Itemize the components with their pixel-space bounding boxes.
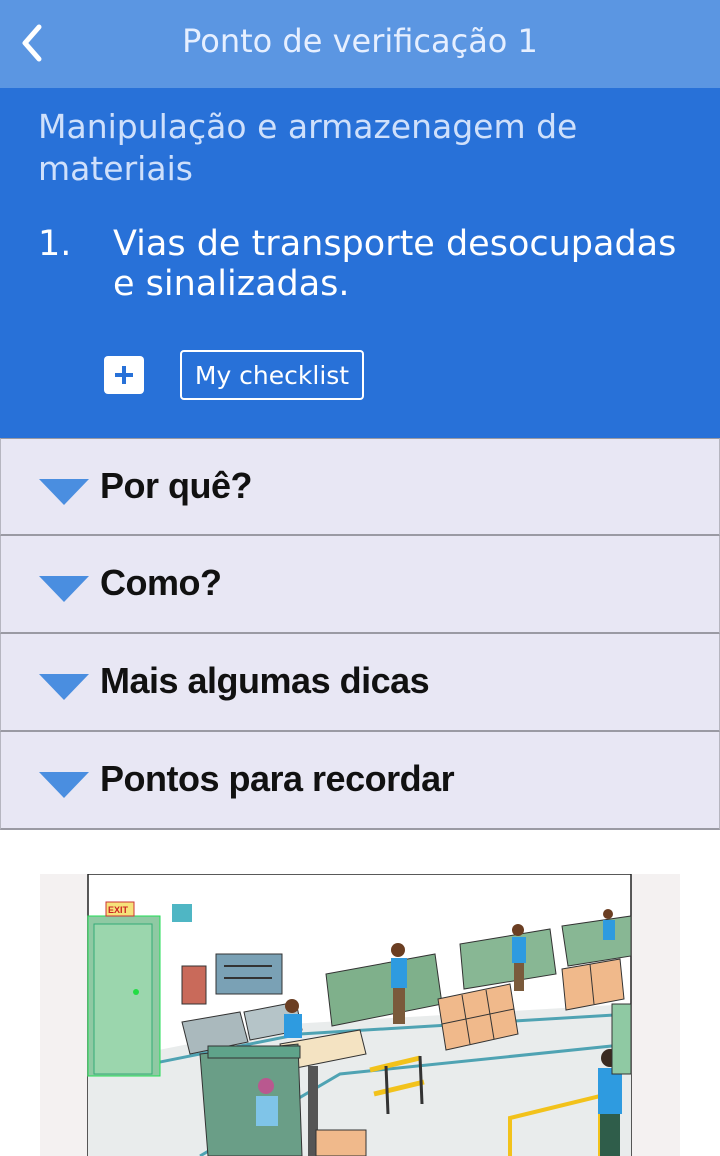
sections-accordion: Por quê? Como? Mais algumas dicas Pontos… bbox=[0, 438, 720, 830]
chevron-left-icon bbox=[22, 24, 42, 62]
section-why[interactable]: Por quê? bbox=[0, 438, 720, 536]
triangle-down-icon bbox=[39, 772, 89, 798]
triangle-down-icon bbox=[39, 479, 89, 505]
page-title: Ponto de verificação 1 bbox=[182, 22, 538, 60]
section-points-to-remember[interactable]: Pontos para recordar bbox=[0, 732, 720, 830]
checkpoint-header: Manipulação e armazenagem de materiais 1… bbox=[0, 88, 720, 438]
add-to-checklist-button[interactable] bbox=[104, 356, 144, 394]
category-title: Manipulação e armazenagem de materiais bbox=[38, 107, 578, 188]
warehouse-scene: EXIT bbox=[87, 874, 632, 1156]
item-text: Vias de transporte desocupadas e sinaliz… bbox=[113, 224, 677, 304]
section-label: Como? bbox=[100, 562, 222, 603]
section-label: Por quê? bbox=[100, 465, 253, 506]
section-label: Pontos para recordar bbox=[100, 758, 455, 799]
my-checklist-button[interactable]: My checklist bbox=[180, 350, 364, 400]
triangle-down-icon bbox=[39, 674, 89, 700]
section-label: Mais algumas dicas bbox=[100, 660, 430, 701]
workplace-illustration: EXIT bbox=[40, 874, 680, 1156]
back-button[interactable] bbox=[12, 20, 52, 66]
section-more-tips[interactable]: Mais algumas dicas bbox=[0, 634, 720, 732]
exit-sign: EXIT bbox=[108, 905, 129, 915]
top-bar: Ponto de verificação 1 bbox=[0, 0, 720, 88]
plus-icon bbox=[115, 366, 133, 384]
triangle-down-icon bbox=[39, 576, 89, 602]
item-number: 1. bbox=[38, 224, 72, 264]
section-how[interactable]: Como? bbox=[0, 536, 720, 634]
